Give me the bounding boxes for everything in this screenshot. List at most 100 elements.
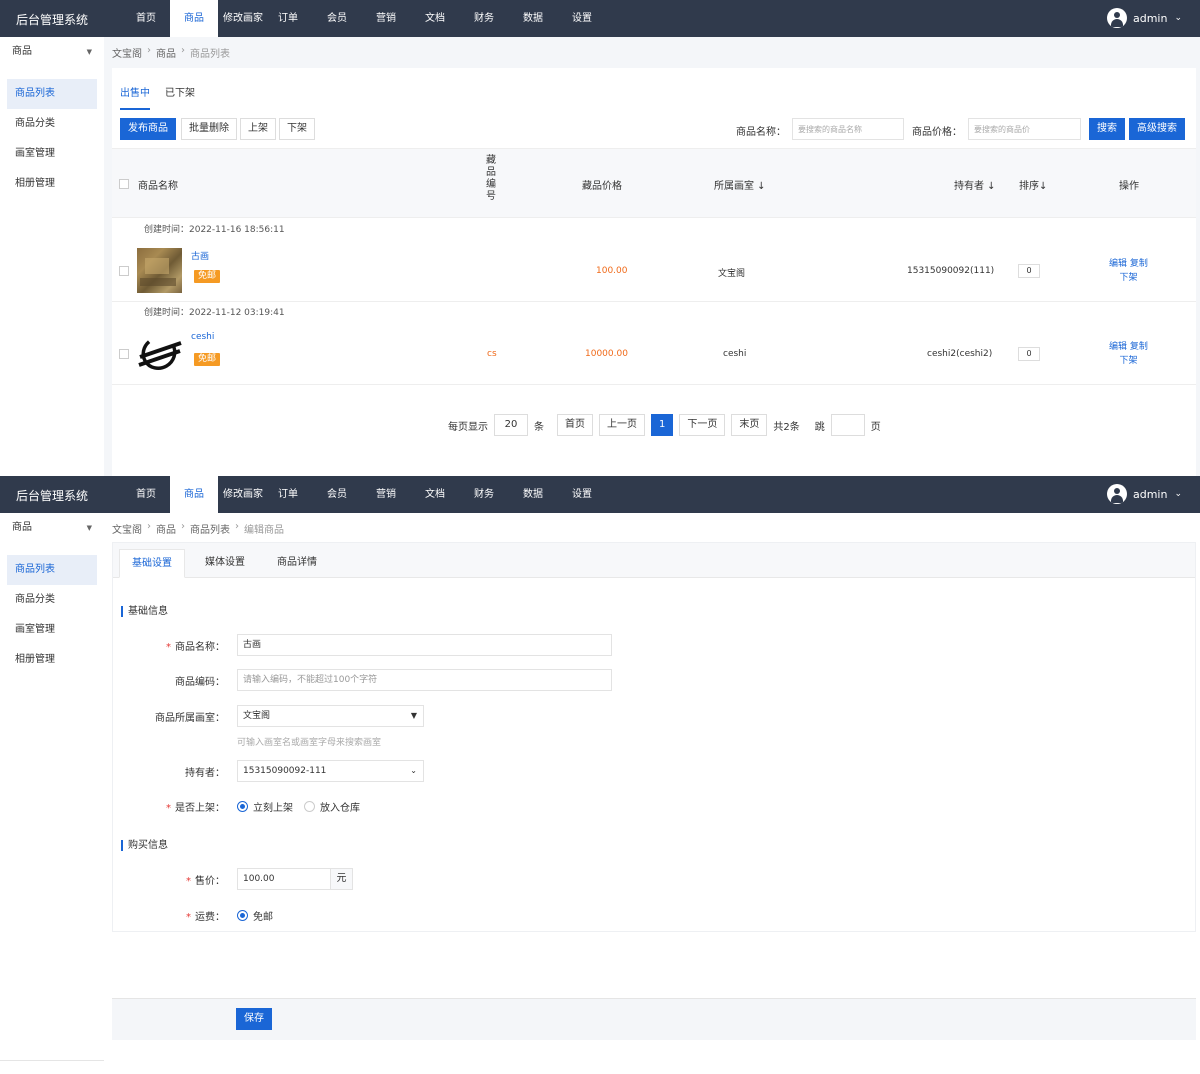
product-code-input[interactable]: 请输入编码，不能超过100个字符 [237, 669, 612, 691]
row-created-time: 创建时间：2022-11-16 18:56:11 [112, 219, 1196, 241]
advanced-search-button[interactable]: 高级搜索 [1129, 118, 1185, 140]
tab-media-settings[interactable]: 媒体设置 [193, 549, 257, 578]
nav-settings[interactable]: 设置 [562, 476, 602, 513]
user-menu[interactable]: admin ⌄ [1106, 7, 1182, 29]
publish-product-button[interactable]: 发布商品 [120, 118, 176, 140]
nav-finance[interactable]: 财务 [464, 476, 504, 513]
on-shelf-button[interactable]: 上架 [240, 118, 276, 140]
sort-order-input[interactable]: 0 [1018, 347, 1040, 361]
section-basic-info: 基础信息 [121, 606, 168, 617]
off-shelf-link[interactable]: 下架 [1119, 273, 1137, 283]
col-sort[interactable]: 排序↓ [1019, 177, 1047, 192]
nav-data[interactable]: 数据 [504, 0, 562, 37]
select-all-checkbox[interactable] [119, 179, 129, 189]
breadcrumb-item[interactable]: 商品列表 [190, 521, 230, 536]
nav-docs[interactable]: 文档 [406, 476, 464, 513]
col-studio[interactable]: 所属画室 ↓ [714, 177, 766, 192]
sidebar-item-product-category[interactable]: 商品分类 [7, 585, 97, 615]
sidebar-item-studio-management[interactable]: 画室管理 [7, 615, 97, 645]
status-tabs: 出售中 已下架 [120, 84, 210, 110]
edit-link[interactable]: 编辑 [1109, 342, 1127, 352]
nav-home[interactable]: 首页 [122, 0, 170, 37]
save-button[interactable]: 保存 [236, 1008, 272, 1030]
avatar-icon [1106, 8, 1127, 28]
user-menu[interactable]: admin ⌄ [1106, 483, 1182, 505]
owner-select[interactable]: 15315090092-111 ⌄ [237, 760, 424, 782]
page-label: 页 [870, 421, 881, 433]
nav-orders[interactable]: 订单 [268, 0, 308, 37]
off-shelf-link[interactable]: 下架 [1119, 356, 1137, 366]
per-page-unit: 条 [534, 421, 544, 433]
jump-page-input[interactable] [830, 414, 865, 436]
copy-link[interactable]: 复制 [1130, 342, 1148, 352]
studio-select[interactable]: 文宝阁 ▼ [237, 705, 424, 727]
nav-home[interactable]: 首页 [122, 476, 170, 513]
sidebar-item-product-list[interactable]: 商品列表 [7, 79, 97, 109]
nav-finance[interactable]: 财务 [464, 0, 504, 37]
radio-on-shelf-now[interactable]: 立刻上架 [237, 799, 293, 814]
nav-marketing[interactable]: 营销 [366, 0, 406, 37]
sidebar-item-album-management[interactable]: 相册管理 [7, 645, 97, 675]
nav-goods[interactable]: 商品 [170, 476, 218, 513]
edit-link[interactable]: 编辑 [1109, 259, 1127, 269]
product-name-input[interactable]: 古画 [237, 634, 612, 656]
last-page-button[interactable]: 末页 [731, 414, 768, 436]
copy-link[interactable]: 复制 [1130, 259, 1148, 269]
radio-to-warehouse[interactable]: 放入仓库 [304, 799, 360, 814]
required-mark: * [186, 912, 191, 923]
stellar-logo-icon[interactable] [137, 331, 182, 376]
batch-delete-button[interactable]: 批量删除 [181, 118, 237, 140]
caret-down-icon: ▼ [86, 524, 92, 532]
tab-basic-settings[interactable]: 基础设置 [119, 549, 185, 578]
breadcrumb-item[interactable]: 商品 [156, 45, 176, 60]
search-button[interactable]: 搜索 [1089, 118, 1125, 140]
product-thumbnail[interactable] [137, 248, 182, 293]
sidebar-header[interactable]: 商品 ▼ [0, 513, 104, 543]
breadcrumb-item[interactable]: 文宝阁 [112, 521, 142, 536]
tab-on-sale[interactable]: 出售中 [120, 84, 150, 110]
breadcrumb: 文宝阁 › 商品 › 商品列表 [112, 45, 230, 60]
tab-product-details[interactable]: 商品详情 [265, 549, 329, 578]
sidebar-item-album-management[interactable]: 相册管理 [7, 169, 97, 199]
nav-goods[interactable]: 商品 [170, 0, 218, 37]
prev-page-button[interactable]: 上一页 [599, 414, 645, 436]
price-search-input[interactable] [968, 118, 1081, 140]
radio-free-shipping[interactable]: 免邮 [237, 908, 273, 923]
name-filter-label: 商品名称： [736, 127, 786, 138]
nav-marketing[interactable]: 营销 [366, 476, 406, 513]
product-name-link[interactable]: 古画 [191, 249, 209, 262]
nav-members[interactable]: 会员 [308, 476, 366, 513]
sidebar-item-product-category[interactable]: 商品分类 [7, 109, 97, 139]
radio-selected-icon [237, 801, 248, 812]
next-page-button[interactable]: 下一页 [679, 414, 726, 436]
price-input[interactable]: 100.00 [237, 868, 331, 890]
nav-settings[interactable]: 设置 [562, 0, 602, 37]
product-name-link[interactable]: ceshi [191, 332, 214, 342]
username: admin [1132, 11, 1168, 25]
per-page-input[interactable]: 20 [494, 414, 528, 436]
tab-off-shelf[interactable]: 已下架 [165, 84, 195, 110]
nav-edit-painter[interactable]: 修改画家 [218, 0, 268, 37]
name-search-input[interactable] [792, 118, 904, 140]
breadcrumb-item[interactable]: 商品 [156, 521, 176, 536]
nav-docs[interactable]: 文档 [406, 0, 464, 37]
row-checkbox[interactable] [119, 349, 129, 359]
sort-order-input[interactable]: 0 [1018, 264, 1040, 278]
nav-edit-painter[interactable]: 修改画家 [218, 476, 268, 513]
edit-product-form: 基础设置 媒体设置 商品详情 基础信息 * 商品名称： 古画 商品编码： 请输入编… [112, 542, 1196, 932]
owner-select-value: 15315090092-111 [243, 766, 327, 776]
product-code-label: 商品编码： [175, 677, 225, 688]
off-shelf-button[interactable]: 下架 [279, 118, 315, 140]
nav-members[interactable]: 会员 [308, 0, 366, 37]
sidebar-header[interactable]: 商品 ▼ [0, 37, 104, 67]
first-page-button[interactable]: 首页 [557, 414, 593, 436]
row-checkbox[interactable] [119, 266, 129, 276]
sidebar-item-studio-management[interactable]: 画室管理 [7, 139, 97, 169]
sidebar-item-product-list[interactable]: 商品列表 [7, 555, 97, 585]
current-page-button[interactable]: 1 [651, 414, 674, 436]
nav-orders[interactable]: 订单 [268, 476, 308, 513]
breadcrumb-item[interactable]: 文宝阁 [112, 45, 142, 60]
nav-data[interactable]: 数据 [504, 476, 562, 513]
row-created-time: 创建时间：2022-11-12 03:19:41 [112, 302, 1196, 324]
col-owner[interactable]: 持有者 ↓ [954, 177, 996, 192]
